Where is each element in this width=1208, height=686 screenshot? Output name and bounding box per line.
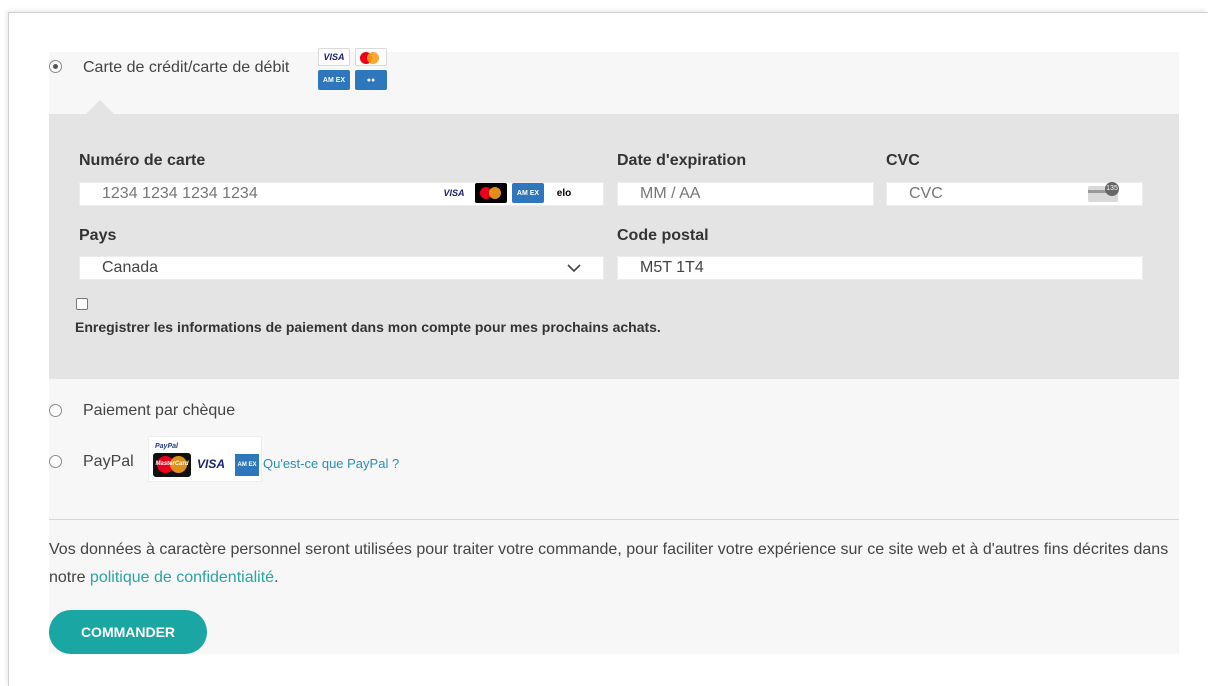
divider xyxy=(49,519,1179,520)
mastercard-icon: MasterCard xyxy=(153,453,191,477)
card-form-pointer xyxy=(86,100,114,114)
card-number-placeholder: 1234 1234 1234 1234 xyxy=(102,185,258,202)
privacy-text-end: . xyxy=(274,569,279,586)
postal-label: Code postal xyxy=(617,227,709,244)
mastercard-icon xyxy=(475,183,507,203)
cvc-label: CVC xyxy=(886,152,920,169)
place-order-button[interactable]: COMMANDER xyxy=(49,610,207,654)
expiry-label: Date d'expiration xyxy=(617,152,747,169)
save-info-label[interactable]: Enregistrer les informations de paiement… xyxy=(75,319,661,335)
cheque-radio[interactable] xyxy=(49,404,62,417)
amex-icon: AM EX xyxy=(235,454,259,476)
card-form xyxy=(49,114,1179,379)
expiry-input[interactable]: MM / AA xyxy=(617,182,874,206)
cvc-card-icon: 135 xyxy=(1088,182,1119,202)
card-number-label: Numéro de carte xyxy=(79,152,206,169)
cvc-badge: 135 xyxy=(1105,182,1119,196)
paypal-small-logo: PayPal xyxy=(155,443,178,450)
expiry-placeholder: MM / AA xyxy=(640,185,701,202)
amex-icon: AM EX xyxy=(318,70,350,90)
diners-icon: ●● xyxy=(355,70,387,90)
card-option-label[interactable]: Carte de crédit/carte de débit xyxy=(83,59,289,77)
amex-icon: AM EX xyxy=(512,183,544,203)
country-value: Canada xyxy=(102,259,159,276)
cheque-option-label[interactable]: Paiement par chèque xyxy=(83,402,235,420)
country-label: Pays xyxy=(79,227,117,244)
visa-icon: VISA xyxy=(438,183,470,203)
paypal-acceptance-mark: PayPal MasterCard VISA AM EX xyxy=(148,436,262,482)
cvc-placeholder: CVC xyxy=(909,185,943,202)
card-radio[interactable] xyxy=(49,60,62,73)
save-info-checkbox[interactable] xyxy=(76,298,88,310)
mastercard-wordmark: MasterCard xyxy=(155,461,189,467)
elo-icon: elo xyxy=(548,183,580,203)
postal-input[interactable]: M5T 1T4 xyxy=(617,256,1143,280)
visa-icon: VISA xyxy=(318,48,350,66)
postal-value: M5T 1T4 xyxy=(640,259,704,276)
privacy-policy-link[interactable]: politique de confidentialité xyxy=(90,569,274,586)
country-select[interactable]: Canada xyxy=(79,256,604,280)
visa-icon: VISA xyxy=(197,457,226,471)
mastercard-icon xyxy=(355,48,387,66)
privacy-notice: Vos données à caractère personnel seront… xyxy=(49,536,1169,592)
paypal-option-label[interactable]: PayPal xyxy=(83,453,134,471)
what-is-paypal-link[interactable]: Qu'est-ce que PayPal ? xyxy=(263,456,399,471)
paypal-radio[interactable] xyxy=(49,455,62,468)
chevron-down-icon xyxy=(567,264,581,273)
